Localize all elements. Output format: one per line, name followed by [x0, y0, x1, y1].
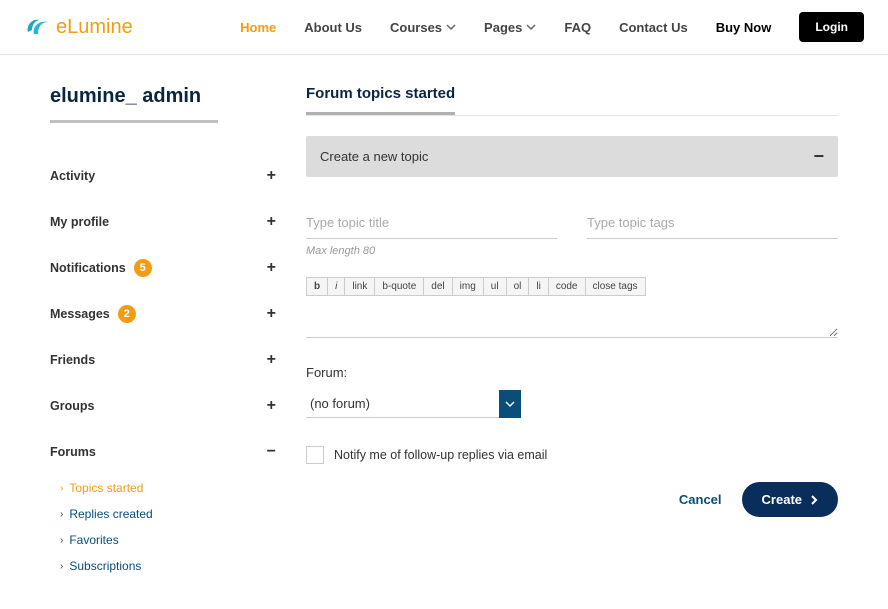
chevron-down-icon	[526, 22, 536, 32]
login-button[interactable]: Login	[799, 12, 864, 42]
subitem-label: Subscriptions	[69, 559, 141, 573]
nav-courses[interactable]: Courses	[390, 20, 456, 35]
forum-selected-value: (no forum)	[306, 390, 499, 418]
expand-icon: +	[267, 305, 276, 323]
notifications-label: Notifications	[50, 261, 126, 275]
topic-title-input[interactable]	[306, 207, 557, 239]
username-title: elumine_ admin	[50, 85, 218, 123]
nav-buy[interactable]: Buy Now	[716, 20, 772, 35]
minus-icon: −	[813, 146, 824, 167]
sidebar-item-notifications[interactable]: Notifications 5 +	[50, 245, 276, 291]
notify-row: Notify me of follow-up replies via email	[306, 446, 838, 464]
create-button[interactable]: Create	[742, 482, 838, 517]
notifications-badge: 5	[134, 259, 152, 277]
toolbar-italic[interactable]: i	[328, 278, 345, 295]
form-actions: Cancel Create	[306, 482, 838, 517]
toolbar-li[interactable]: li	[529, 278, 548, 295]
sidebar-item-label: Activity	[50, 169, 95, 183]
chevron-right-icon: ›	[60, 509, 63, 520]
nav-faq[interactable]: FAQ	[564, 20, 591, 35]
toolbar-ol[interactable]: ol	[507, 278, 530, 295]
toolbar-img[interactable]: img	[453, 278, 484, 295]
nav-pages-label: Pages	[484, 20, 522, 35]
sidebar-item-groups[interactable]: Groups +	[50, 383, 276, 429]
expand-icon: +	[267, 259, 276, 277]
toolbar-link[interactable]: link	[345, 278, 375, 295]
toolbar-bquote[interactable]: b-quote	[375, 278, 424, 295]
chevron-down-icon	[446, 22, 456, 32]
chevron-down-icon	[505, 399, 515, 409]
chevron-right-icon: ›	[60, 535, 63, 546]
expand-icon: +	[267, 167, 276, 185]
subitem-favorites[interactable]: › Favorites	[60, 527, 276, 553]
section-header: Forum topics started	[306, 85, 838, 116]
notify-checkbox[interactable]	[306, 446, 324, 464]
logo-icon	[24, 16, 52, 38]
logo-text: eLumine	[56, 16, 133, 39]
sidebar-item-profile[interactable]: My profile +	[50, 199, 276, 245]
chevron-right-icon	[810, 495, 818, 505]
expand-icon: +	[267, 351, 276, 369]
editor-toolbar: b i link b-quote del img ul ol li code c…	[306, 277, 646, 296]
nav-courses-label: Courses	[390, 20, 442, 35]
nav-about[interactable]: About Us	[304, 20, 362, 35]
chevron-right-icon: ›	[60, 561, 63, 572]
main-nav: Home About Us Courses Pages FAQ Contact …	[240, 12, 864, 42]
create-button-label: Create	[762, 492, 802, 507]
sidebar-item-label: Messages 2	[50, 305, 136, 323]
main-content: elumine_ admin Activity + My profile + N…	[0, 55, 888, 609]
sidebar-item-label: Forums	[50, 445, 96, 459]
subitem-label: Topics started	[69, 481, 143, 495]
nav-home[interactable]: Home	[240, 20, 276, 35]
expand-icon: +	[267, 397, 276, 415]
messages-label: Messages	[50, 307, 110, 321]
messages-badge: 2	[118, 305, 136, 323]
nav-pages[interactable]: Pages	[484, 20, 536, 35]
toolbar-ul[interactable]: ul	[484, 278, 507, 295]
notify-label: Notify me of follow-up replies via email	[334, 448, 547, 462]
title-hint: Max length 80	[306, 245, 838, 257]
forum-select[interactable]: (no forum)	[306, 390, 521, 418]
topic-tags-input[interactable]	[587, 207, 838, 239]
subitem-topics-started[interactable]: › Topics started	[60, 475, 276, 501]
create-topic-accordion[interactable]: Create a new topic −	[306, 136, 838, 177]
subitem-replies-created[interactable]: › Replies created	[60, 501, 276, 527]
sidebar-item-label: Notifications 5	[50, 259, 152, 277]
expand-icon: +	[267, 213, 276, 231]
section-title: Forum topics started	[306, 85, 455, 115]
toolbar-code[interactable]: code	[549, 278, 586, 295]
content-area: Forum topics started Create a new topic …	[306, 85, 838, 579]
toolbar-bold[interactable]: b	[307, 278, 328, 295]
sidebar-item-activity[interactable]: Activity +	[50, 153, 276, 199]
sidebar-item-friends[interactable]: Friends +	[50, 337, 276, 383]
collapse-icon: −	[267, 443, 276, 461]
top-bar: eLumine Home About Us Courses Pages FAQ …	[0, 0, 888, 55]
nav-contact[interactable]: Contact Us	[619, 20, 688, 35]
sidebar: elumine_ admin Activity + My profile + N…	[50, 85, 276, 579]
chevron-right-icon: ›	[60, 483, 63, 494]
subitem-label: Replies created	[69, 507, 152, 521]
logo[interactable]: eLumine	[24, 16, 133, 39]
cancel-link[interactable]: Cancel	[679, 492, 722, 507]
sidebar-item-label: My profile	[50, 215, 109, 229]
sidebar-item-messages[interactable]: Messages 2 +	[50, 291, 276, 337]
sidebar-item-label: Friends	[50, 353, 95, 367]
sidebar-item-label: Groups	[50, 399, 94, 413]
toolbar-del[interactable]: del	[424, 278, 452, 295]
forums-subitems: › Topics started › Replies created › Fav…	[50, 475, 276, 579]
toolbar-closetags[interactable]: close tags	[586, 278, 645, 295]
forum-select-button[interactable]	[499, 390, 521, 418]
topic-body-textarea[interactable]	[306, 298, 838, 338]
accordion-label: Create a new topic	[320, 149, 428, 164]
forum-select-label: Forum:	[306, 365, 838, 380]
subitem-label: Favorites	[69, 533, 118, 547]
sidebar-item-forums[interactable]: Forums −	[50, 429, 276, 475]
title-tags-row	[306, 207, 838, 239]
